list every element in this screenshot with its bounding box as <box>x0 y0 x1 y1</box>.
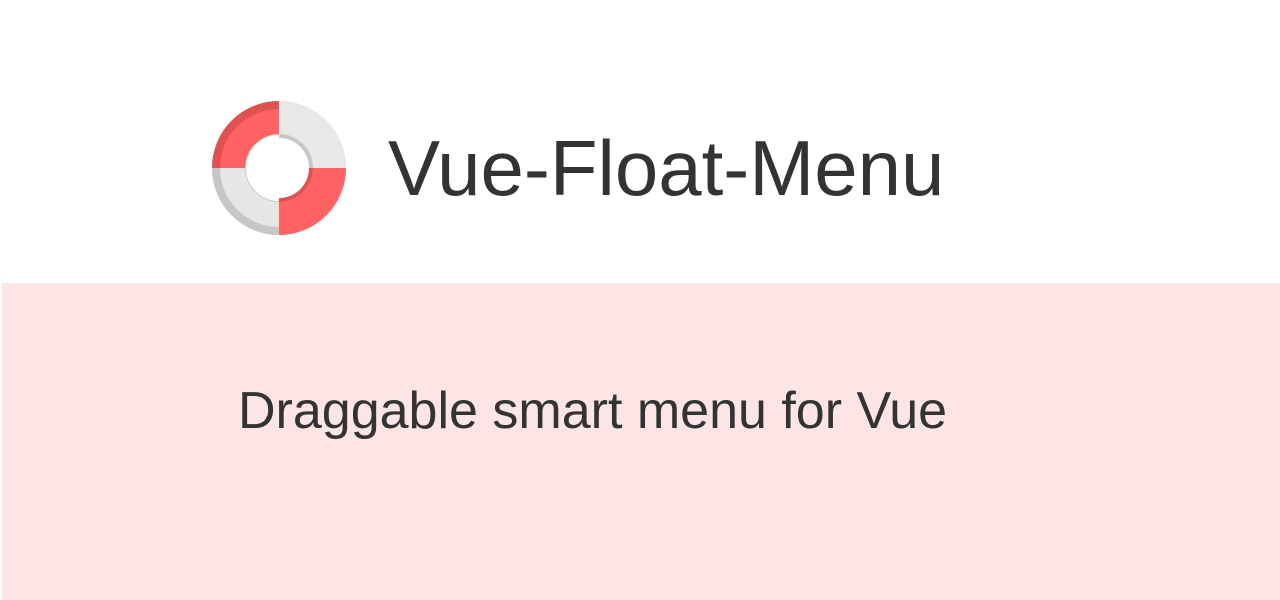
page: Vue-Float-Menu Draggable smart menu for … <box>0 0 1280 600</box>
header: Vue-Float-Menu <box>0 0 1280 283</box>
lifebuoy-icon <box>212 101 346 235</box>
page-title: Vue-Float-Menu <box>388 124 945 212</box>
tagline: Draggable smart menu for Vue <box>238 382 948 440</box>
hero-banner: Draggable smart menu for Vue <box>2 283 1280 600</box>
